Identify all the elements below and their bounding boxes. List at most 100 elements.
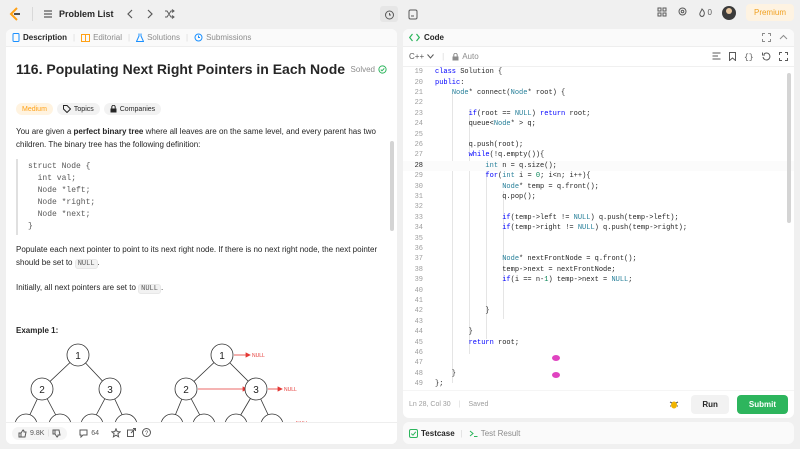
language-select[interactable]: C++ — [409, 52, 435, 61]
thumbs-down-icon[interactable] — [52, 429, 61, 438]
run-button[interactable]: Run — [691, 395, 729, 414]
code-line[interactable]: 20 public: — [403, 77, 794, 87]
code-text: queue<Node* > q; — [435, 120, 536, 129]
braces-icon[interactable]: {} — [744, 52, 754, 62]
tab-description[interactable]: Description — [12, 33, 67, 42]
tab-label: Editorial — [93, 33, 122, 42]
tab-label: Description — [23, 33, 68, 42]
code-line[interactable]: 27 while(!q.empty()){ — [403, 150, 794, 160]
code-line[interactable]: 31 q.pop(); — [403, 192, 794, 202]
code-line[interactable]: 36 — [403, 244, 794, 254]
null-label: NULL — [284, 387, 297, 393]
code-line[interactable]: 26 q.push(root); — [403, 140, 794, 150]
editor-scrollbar[interactable] — [787, 73, 791, 223]
timer-button[interactable] — [380, 6, 398, 22]
scrollbar[interactable] — [390, 141, 394, 231]
code-line[interactable]: 42 } — [403, 306, 794, 316]
format-icon[interactable] — [712, 52, 721, 60]
topics-button[interactable]: Topics — [56, 103, 100, 115]
code-editor[interactable]: 19 class Solution {20 public: 21 Node* conn… — [403, 67, 794, 389]
companies-button[interactable]: Companies — [103, 103, 162, 115]
help-icon: ? — [142, 428, 152, 437]
avatar[interactable] — [721, 5, 736, 20]
code-line[interactable]: 37 Node* nextFrontNode = q.front(); — [403, 254, 794, 264]
layout-button[interactable] — [657, 7, 667, 19]
code-line[interactable]: 23 if(root == NULL) return root; — [403, 109, 794, 119]
lock-icon — [110, 105, 117, 113]
code-line[interactable]: 44 } — [403, 327, 794, 337]
code-line[interactable]: 30 Node* temp = q.front(); — [403, 181, 794, 191]
code-line[interactable]: 38 temp->next = nextFrontNode; — [403, 265, 794, 275]
code-line[interactable]: 45 return root; — [403, 337, 794, 347]
divider: | — [128, 33, 131, 42]
next-problem-button[interactable] — [142, 6, 158, 22]
tab-editorial[interactable]: Editorial — [81, 33, 122, 42]
pink-marker — [552, 355, 560, 361]
fullscreen-icon[interactable] — [779, 52, 788, 61]
expand-icon[interactable] — [762, 33, 771, 42]
star-button[interactable] — [110, 427, 122, 440]
line-number: 45 — [414, 338, 423, 347]
like-button[interactable]: 9.8K | — [12, 427, 68, 440]
code-line[interactable]: 19 class Solution { — [403, 67, 794, 77]
help-button[interactable]: ? — [142, 428, 152, 439]
code-line[interactable]: 47 — [403, 358, 794, 368]
code-text: class Solution { — [435, 68, 503, 77]
code-line[interactable]: 34 if(temp->right != NULL) q.push(temp->… — [403, 223, 794, 233]
code-line[interactable]: 29 for(int i = 0; i<n; i++){ — [403, 171, 794, 181]
comments-button[interactable]: 64 — [73, 427, 105, 440]
code-line[interactable]: 43 — [403, 317, 794, 327]
code-line[interactable]: 40 — [403, 285, 794, 295]
editor-footer: Ln 28, Col 30 | Saved Run Submit — [403, 390, 794, 418]
line-number: 27 — [414, 151, 423, 160]
node-value: 1 — [75, 351, 81, 362]
code-line[interactable]: 25 — [403, 129, 794, 139]
reset-icon[interactable] — [762, 52, 771, 61]
line-number: 29 — [414, 172, 423, 181]
bookmark-icon[interactable] — [729, 52, 736, 61]
line-number: 46 — [414, 348, 423, 357]
leetcode-logo[interactable] — [8, 6, 22, 22]
problem-list-button[interactable]: Problem List — [43, 9, 114, 19]
code-text: return root; — [468, 338, 520, 347]
code-line[interactable]: 24 queue<Node* > q; — [403, 119, 794, 129]
checkbox-icon — [409, 428, 418, 438]
prev-problem-button[interactable] — [122, 6, 138, 22]
code-line[interactable]: 49}; — [403, 379, 794, 389]
code-line[interactable]: 39 if(i == n-1) temp->next = NULL; — [403, 275, 794, 285]
text: Populate each next pointer to point to i… — [16, 245, 378, 267]
settings-button[interactable] — [677, 6, 688, 19]
alarm-icon — [384, 10, 394, 19]
code-line[interactable]: 35 — [403, 233, 794, 243]
collapse-icon[interactable] — [779, 33, 788, 42]
left-tabs: Description | Editorial | Solutions | Su… — [6, 29, 397, 47]
mode-label: Auto — [462, 52, 479, 61]
code-line[interactable]: 21 Node* connect(Node* root) { — [403, 88, 794, 98]
tab-solutions[interactable]: Solutions — [136, 33, 180, 42]
code-line[interactable]: 41 — [403, 296, 794, 306]
topics-label: Topics — [73, 105, 94, 113]
code-line[interactable]: 33 if(temp->left != NULL) q.push(temp->l… — [403, 213, 794, 223]
code-line[interactable]: 28 int n = q.size(); — [403, 160, 794, 171]
debug-button[interactable] — [669, 399, 679, 411]
code-line[interactable]: 22 — [403, 98, 794, 108]
share-button[interactable] — [127, 428, 137, 439]
shuffle-button[interactable] — [162, 6, 178, 22]
code-line[interactable]: 48 } — [403, 369, 794, 379]
code-title: Code — [424, 33, 444, 42]
null-label: NULL — [252, 353, 265, 359]
autocomplete-mode[interactable]: Auto — [452, 52, 479, 61]
line-number: 25 — [414, 130, 423, 139]
streak-counter[interactable]: 0 — [698, 7, 712, 18]
notes-button[interactable] — [404, 6, 422, 22]
code-line[interactable]: 32 — [403, 202, 794, 212]
tab-test-result[interactable]: Test Result — [469, 429, 520, 438]
premium-button[interactable]: Premium — [745, 4, 794, 21]
tab-submissions[interactable]: Submissions — [194, 33, 251, 42]
line-number: 40 — [414, 286, 423, 295]
code-line[interactable]: 46 — [403, 348, 794, 358]
code-text: } — [435, 307, 490, 316]
tab-testcase[interactable]: Testcase — [409, 428, 455, 438]
submit-button[interactable]: Submit — [736, 395, 788, 414]
code-text: temp->next = nextFrontNode; — [435, 265, 616, 274]
